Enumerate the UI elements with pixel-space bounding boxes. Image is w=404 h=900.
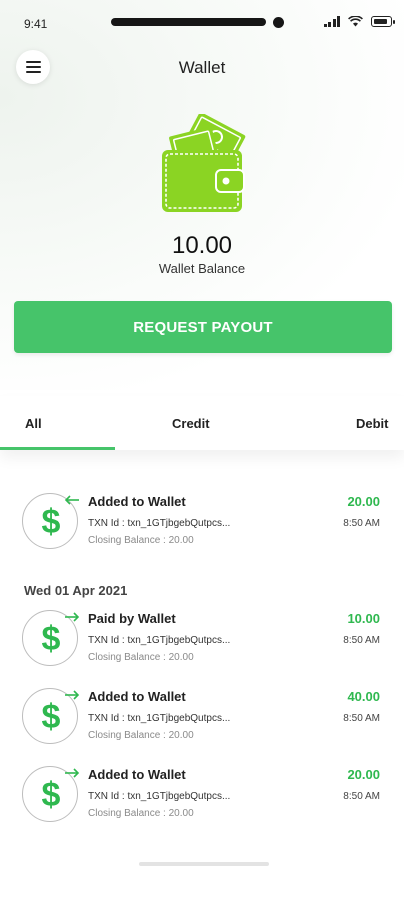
transaction-closing-balance: Closing Balance : 20.00 bbox=[88, 730, 194, 741]
transaction-amount: 40.00 bbox=[347, 689, 380, 704]
wallet-balance-amount: 10.00 bbox=[171, 232, 233, 259]
transaction-title: Paid by Wallet bbox=[88, 611, 176, 626]
camera-dot bbox=[273, 17, 284, 28]
transaction-amount: 20.00 bbox=[347, 494, 380, 509]
notch bbox=[111, 18, 266, 26]
dollar-coin-icon: $ bbox=[22, 766, 80, 822]
transaction-id: TXN Id : txn_1GTjbgebQutpcs... bbox=[88, 713, 231, 724]
page-title: Wallet bbox=[178, 58, 226, 77]
wallet-balance-label: Wallet Balance bbox=[158, 261, 246, 276]
status-icons bbox=[323, 16, 395, 27]
transaction-title: Added to Wallet bbox=[88, 494, 186, 509]
transaction-title: Added to Wallet bbox=[88, 689, 186, 704]
transaction-item[interactable]: $ Added to Wallet TXN Id : txn_1GTjbgebQ… bbox=[0, 763, 404, 825]
outgoing-arrow-icon bbox=[65, 612, 80, 622]
status-time: 9:41 bbox=[24, 17, 48, 31]
transaction-item[interactable]: $ Added to Wallet TXN Id : txn_1GTjbgebQ… bbox=[0, 685, 404, 747]
tab-bar: All Credit Debit bbox=[0, 396, 404, 450]
transaction-time: 8:50 AM bbox=[343, 518, 380, 529]
outgoing-arrow-icon bbox=[65, 768, 80, 778]
tab-all[interactable]: All bbox=[25, 416, 42, 431]
transaction-time: 8:50 AM bbox=[343, 635, 380, 646]
dollar-coin-icon: $ bbox=[22, 493, 79, 549]
dollar-coin-icon: $ bbox=[22, 688, 80, 744]
transaction-id: TXN Id : txn_1GTjbgebQutpcs... bbox=[88, 635, 231, 646]
transaction-time: 8:50 AM bbox=[343, 791, 380, 802]
wallet-with-cash-icon bbox=[162, 114, 246, 212]
battery-icon bbox=[371, 16, 395, 27]
active-tab-indicator bbox=[0, 447, 115, 450]
transaction-closing-balance: Closing Balance : 20.00 bbox=[88, 535, 194, 546]
home-indicator bbox=[139, 862, 269, 866]
transaction-item[interactable]: $ Added to Wallet TXN Id : txn_1GTjbgebQ… bbox=[0, 490, 404, 552]
transaction-item[interactable]: $ Paid by Wallet TXN Id : txn_1GTjbgebQu… bbox=[0, 607, 404, 669]
signal-icon bbox=[323, 16, 340, 27]
date-section-header: Wed 01 Apr 2021 bbox=[24, 583, 128, 598]
tab-credit[interactable]: Credit bbox=[172, 416, 210, 431]
transaction-amount: 10.00 bbox=[347, 611, 380, 626]
tab-debit[interactable]: Debit bbox=[356, 416, 389, 431]
transaction-closing-balance: Closing Balance : 20.00 bbox=[88, 808, 194, 819]
transaction-time: 8:50 AM bbox=[343, 713, 380, 724]
transaction-id: TXN Id : txn_1GTjbgebQutpcs... bbox=[88, 791, 231, 802]
outgoing-arrow-icon bbox=[65, 690, 80, 700]
wifi-icon bbox=[348, 16, 363, 27]
dollar-coin-icon: $ bbox=[22, 610, 80, 666]
transaction-id: TXN Id : txn_1GTjbgebQutpcs... bbox=[88, 518, 231, 529]
request-payout-button[interactable]: REQUEST PAYOUT bbox=[14, 301, 392, 353]
status-bar: 9:41 bbox=[0, 0, 404, 44]
transaction-amount: 20.00 bbox=[347, 767, 380, 782]
transaction-title: Added to Wallet bbox=[88, 767, 186, 782]
transaction-closing-balance: Closing Balance : 20.00 bbox=[88, 652, 194, 663]
incoming-arrow-icon bbox=[64, 495, 79, 505]
